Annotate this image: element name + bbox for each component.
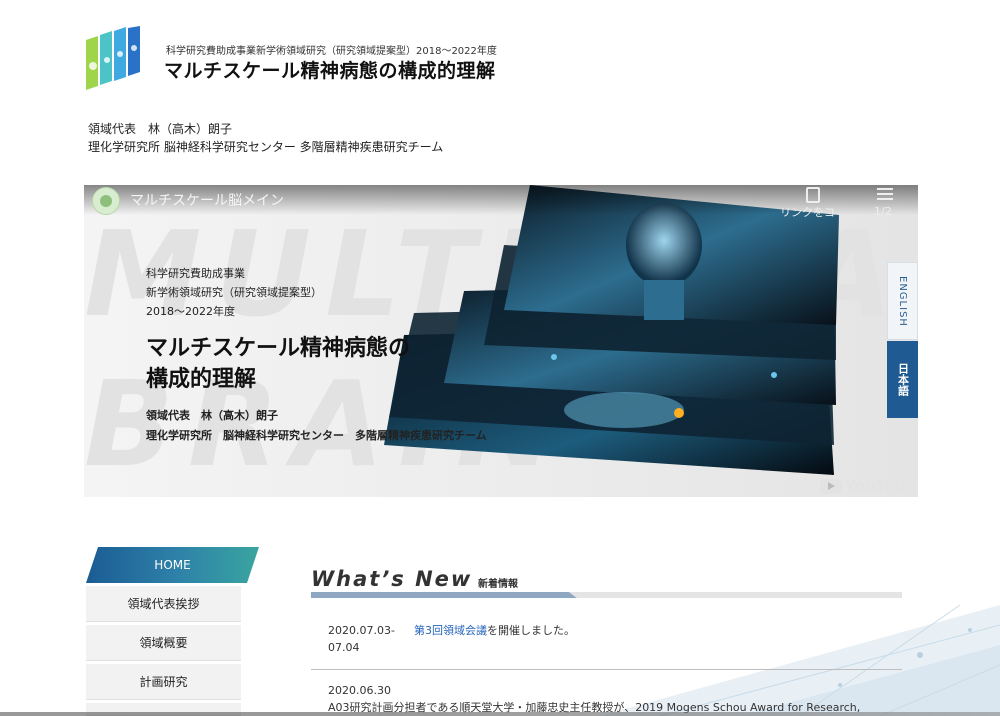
video-heading-line-2: 構成的理解 bbox=[146, 367, 257, 392]
playlist-icon[interactable] bbox=[877, 188, 893, 200]
nav-home-label: HOME bbox=[154, 558, 191, 572]
whats-new-title: What’s New bbox=[311, 567, 473, 591]
youtube-label: YouTube bbox=[845, 477, 916, 495]
news-item: 2020.07.03- 07.04 第3回領域会議を開催しました。 bbox=[311, 608, 902, 670]
nav-greeting-label: 領域代表挨拶 bbox=[127, 597, 200, 611]
news-date-end: 07.04 bbox=[328, 641, 360, 654]
news-text: 第3回領域会議を開催しました。 bbox=[414, 622, 575, 639]
site-title[interactable]: マルチスケール精神病態の構成的理解 bbox=[164, 56, 496, 83]
video-heading-line-1: マルチスケール精神病態の bbox=[146, 336, 411, 361]
nav-greeting[interactable]: 領域代表挨拶 bbox=[86, 586, 241, 622]
copy-link-icon[interactable] bbox=[806, 187, 820, 203]
site-pretitle: 科学研究費助成事業新学術領域研究（研究領域提案型）2018〜2022年度 bbox=[166, 46, 497, 57]
nav-overview[interactable]: 領域概要 bbox=[86, 625, 241, 661]
youtube-play-icon bbox=[820, 478, 842, 494]
institution: 理化学研究所 脳神経科学研究センター 多階層精神疾患研究チーム bbox=[88, 140, 444, 154]
news-item: 2020.06.30 A03研究計画分担者である順天堂大学・加藤忠史主任教授が、… bbox=[311, 670, 902, 716]
news-date: 2020.06.30 bbox=[328, 684, 391, 697]
area-representative: 領域代表 林（高木）朗子 bbox=[88, 122, 233, 136]
news-text-rest: を開催しました。 bbox=[487, 624, 575, 637]
channel-avatar-icon[interactable] bbox=[92, 187, 120, 215]
nav-overview-label: 領域概要 bbox=[139, 636, 188, 650]
language-english-label: ENGLISH bbox=[897, 275, 908, 327]
video-line-1: 科学研究費助成事業 bbox=[146, 267, 245, 280]
nav-planned-research-label: 計画研究 bbox=[139, 675, 188, 689]
copy-link-label[interactable]: リンクをコ bbox=[780, 204, 835, 220]
playlist-count: 1/2 bbox=[874, 205, 892, 218]
whats-new-underline bbox=[311, 592, 902, 598]
whats-new-subtitle: 新着情報 bbox=[478, 579, 518, 590]
news-date-start: 2020.07.03- bbox=[328, 624, 395, 637]
news-date: 2020.07.03- 07.04 bbox=[328, 622, 395, 656]
video-line-2: 新学術領域研究（研究領域提案型） bbox=[146, 286, 322, 299]
site-logo[interactable] bbox=[86, 26, 148, 94]
video-title[interactable]: マルチスケール脳メイン bbox=[130, 190, 284, 210]
logo-mark bbox=[86, 26, 140, 90]
video-institution: 理化学研究所 脳神経科学研究センター 多階層精神疾患研究チーム bbox=[146, 429, 487, 442]
nav-home[interactable]: HOME bbox=[86, 547, 259, 583]
language-japanese-label: 日本語 bbox=[896, 363, 910, 396]
video-representative: 領域代表 林（高木）朗子 bbox=[146, 409, 278, 422]
bottom-edge-shadow bbox=[0, 712, 1000, 716]
youtube-video-embed[interactable]: MULTI SCALE BRAIN bbox=[84, 185, 918, 497]
video-line-3: 2018〜2022年度 bbox=[146, 305, 235, 318]
youtube-logo[interactable]: YouTube bbox=[820, 477, 916, 495]
nav-planned-research[interactable]: 計画研究 bbox=[86, 664, 241, 700]
language-english-tab[interactable]: ENGLISH bbox=[887, 262, 918, 340]
language-japanese-tab[interactable]: 日本語 bbox=[887, 341, 918, 418]
news-link[interactable]: 第3回領域会議 bbox=[414, 624, 487, 637]
